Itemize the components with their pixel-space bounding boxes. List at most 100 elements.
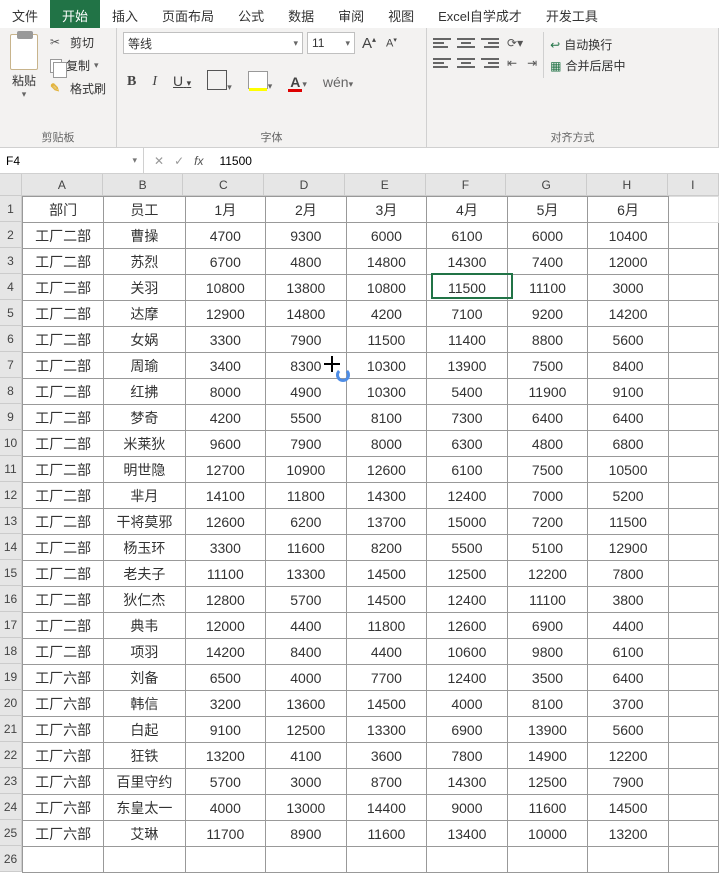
name-box-input[interactable]: [0, 154, 126, 168]
cell[interactable]: [668, 613, 718, 639]
cell[interactable]: 明世隐: [104, 457, 185, 483]
row-header-1[interactable]: 1: [0, 196, 22, 222]
cell[interactable]: 梦奇: [104, 405, 185, 431]
cell[interactable]: 11600: [346, 821, 427, 847]
cell[interactable]: 老夫子: [104, 561, 185, 587]
cell[interactable]: 4200: [185, 405, 266, 431]
cell[interactable]: 5500: [266, 405, 347, 431]
cell[interactable]: 14400: [346, 795, 427, 821]
row-header-17[interactable]: 17: [0, 612, 22, 638]
cell[interactable]: [668, 743, 718, 769]
row-header-7[interactable]: 7: [0, 352, 22, 378]
grow-font-button[interactable]: A▴: [359, 35, 379, 52]
menu-item-0[interactable]: 文件: [0, 0, 50, 28]
cell[interactable]: 13300: [346, 717, 427, 743]
cell[interactable]: 13200: [185, 743, 266, 769]
phonetic-button[interactable]: wén▾: [319, 74, 357, 90]
cell[interactable]: 3700: [588, 691, 669, 717]
underline-button[interactable]: U ▾: [169, 73, 195, 91]
cell[interactable]: [668, 587, 718, 613]
cell[interactable]: 3800: [588, 587, 669, 613]
cell[interactable]: [668, 327, 718, 353]
cell[interactable]: 工厂二部: [23, 431, 104, 457]
cell[interactable]: 工厂二部: [23, 457, 104, 483]
cell[interactable]: 12700: [185, 457, 266, 483]
cell[interactable]: 8000: [185, 379, 266, 405]
cell[interactable]: 4400: [346, 639, 427, 665]
row-header-14[interactable]: 14: [0, 534, 22, 560]
cell[interactable]: 8900: [266, 821, 347, 847]
cell[interactable]: [427, 847, 508, 873]
cell[interactable]: [668, 535, 718, 561]
italic-button[interactable]: I: [148, 74, 161, 90]
cell[interactable]: [185, 847, 266, 873]
cell[interactable]: 8400: [266, 639, 347, 665]
cell[interactable]: 7500: [507, 353, 588, 379]
cell[interactable]: 干将莫邪: [104, 509, 185, 535]
row-header-26[interactable]: 26: [0, 846, 22, 872]
cell[interactable]: 10900: [266, 457, 347, 483]
cell[interactable]: 11600: [266, 535, 347, 561]
cell[interactable]: 工厂六部: [23, 821, 104, 847]
cell[interactable]: 9600: [185, 431, 266, 457]
border-button[interactable]: ▾: [203, 70, 236, 93]
cell[interactable]: 6700: [185, 249, 266, 275]
cell[interactable]: [23, 847, 104, 873]
cell[interactable]: 7200: [507, 509, 588, 535]
cell[interactable]: 14800: [266, 301, 347, 327]
cell[interactable]: 3300: [185, 535, 266, 561]
cell[interactable]: 部门: [23, 197, 104, 223]
cell[interactable]: 10400: [588, 223, 669, 249]
cell[interactable]: [668, 847, 718, 873]
cell[interactable]: 4700: [185, 223, 266, 249]
row-header-18[interactable]: 18: [0, 638, 22, 664]
cell[interactable]: 14300: [427, 249, 508, 275]
cell[interactable]: 12200: [507, 561, 588, 587]
cell[interactable]: 工厂六部: [23, 717, 104, 743]
cell[interactable]: 11500: [427, 275, 508, 301]
cell[interactable]: 13700: [346, 509, 427, 535]
cell[interactable]: 14500: [346, 587, 427, 613]
fx-button[interactable]: fx: [194, 154, 203, 168]
cell[interactable]: 14500: [588, 795, 669, 821]
cell[interactable]: 6月: [588, 197, 669, 223]
menu-item-2[interactable]: 插入: [100, 0, 150, 28]
cell[interactable]: 8100: [346, 405, 427, 431]
cell[interactable]: 13600: [266, 691, 347, 717]
cell[interactable]: 3400: [185, 353, 266, 379]
cell[interactable]: 4100: [266, 743, 347, 769]
cell[interactable]: 9800: [507, 639, 588, 665]
cell[interactable]: 5月: [507, 197, 588, 223]
cell[interactable]: [346, 847, 427, 873]
cell[interactable]: 女娲: [104, 327, 185, 353]
cell[interactable]: 11900: [507, 379, 588, 405]
cell[interactable]: 米莱狄: [104, 431, 185, 457]
cell[interactable]: 工厂二部: [23, 353, 104, 379]
cell[interactable]: 13400: [427, 821, 508, 847]
cell[interactable]: 典韦: [104, 613, 185, 639]
cell[interactable]: 5700: [185, 769, 266, 795]
row-header-6[interactable]: 6: [0, 326, 22, 352]
cell[interactable]: 12400: [427, 483, 508, 509]
cell[interactable]: 11600: [507, 795, 588, 821]
cell[interactable]: 6800: [588, 431, 669, 457]
cell[interactable]: 4400: [266, 613, 347, 639]
cell[interactable]: 工厂六部: [23, 665, 104, 691]
cell[interactable]: 12000: [185, 613, 266, 639]
menu-item-3[interactable]: 页面布局: [150, 0, 226, 28]
cell[interactable]: [668, 821, 718, 847]
cell[interactable]: 红拂: [104, 379, 185, 405]
cell[interactable]: 7400: [507, 249, 588, 275]
cell[interactable]: 曹操: [104, 223, 185, 249]
cell[interactable]: [668, 275, 718, 301]
cell[interactable]: 工厂二部: [23, 509, 104, 535]
cell[interactable]: 工厂六部: [23, 743, 104, 769]
cell[interactable]: 12500: [507, 769, 588, 795]
cell[interactable]: 狂铁: [104, 743, 185, 769]
cell[interactable]: 12900: [588, 535, 669, 561]
cell[interactable]: 14800: [346, 249, 427, 275]
cell[interactable]: [668, 665, 718, 691]
cell[interactable]: 10500: [588, 457, 669, 483]
cell[interactable]: 工厂二部: [23, 249, 104, 275]
cell[interactable]: 工厂二部: [23, 379, 104, 405]
